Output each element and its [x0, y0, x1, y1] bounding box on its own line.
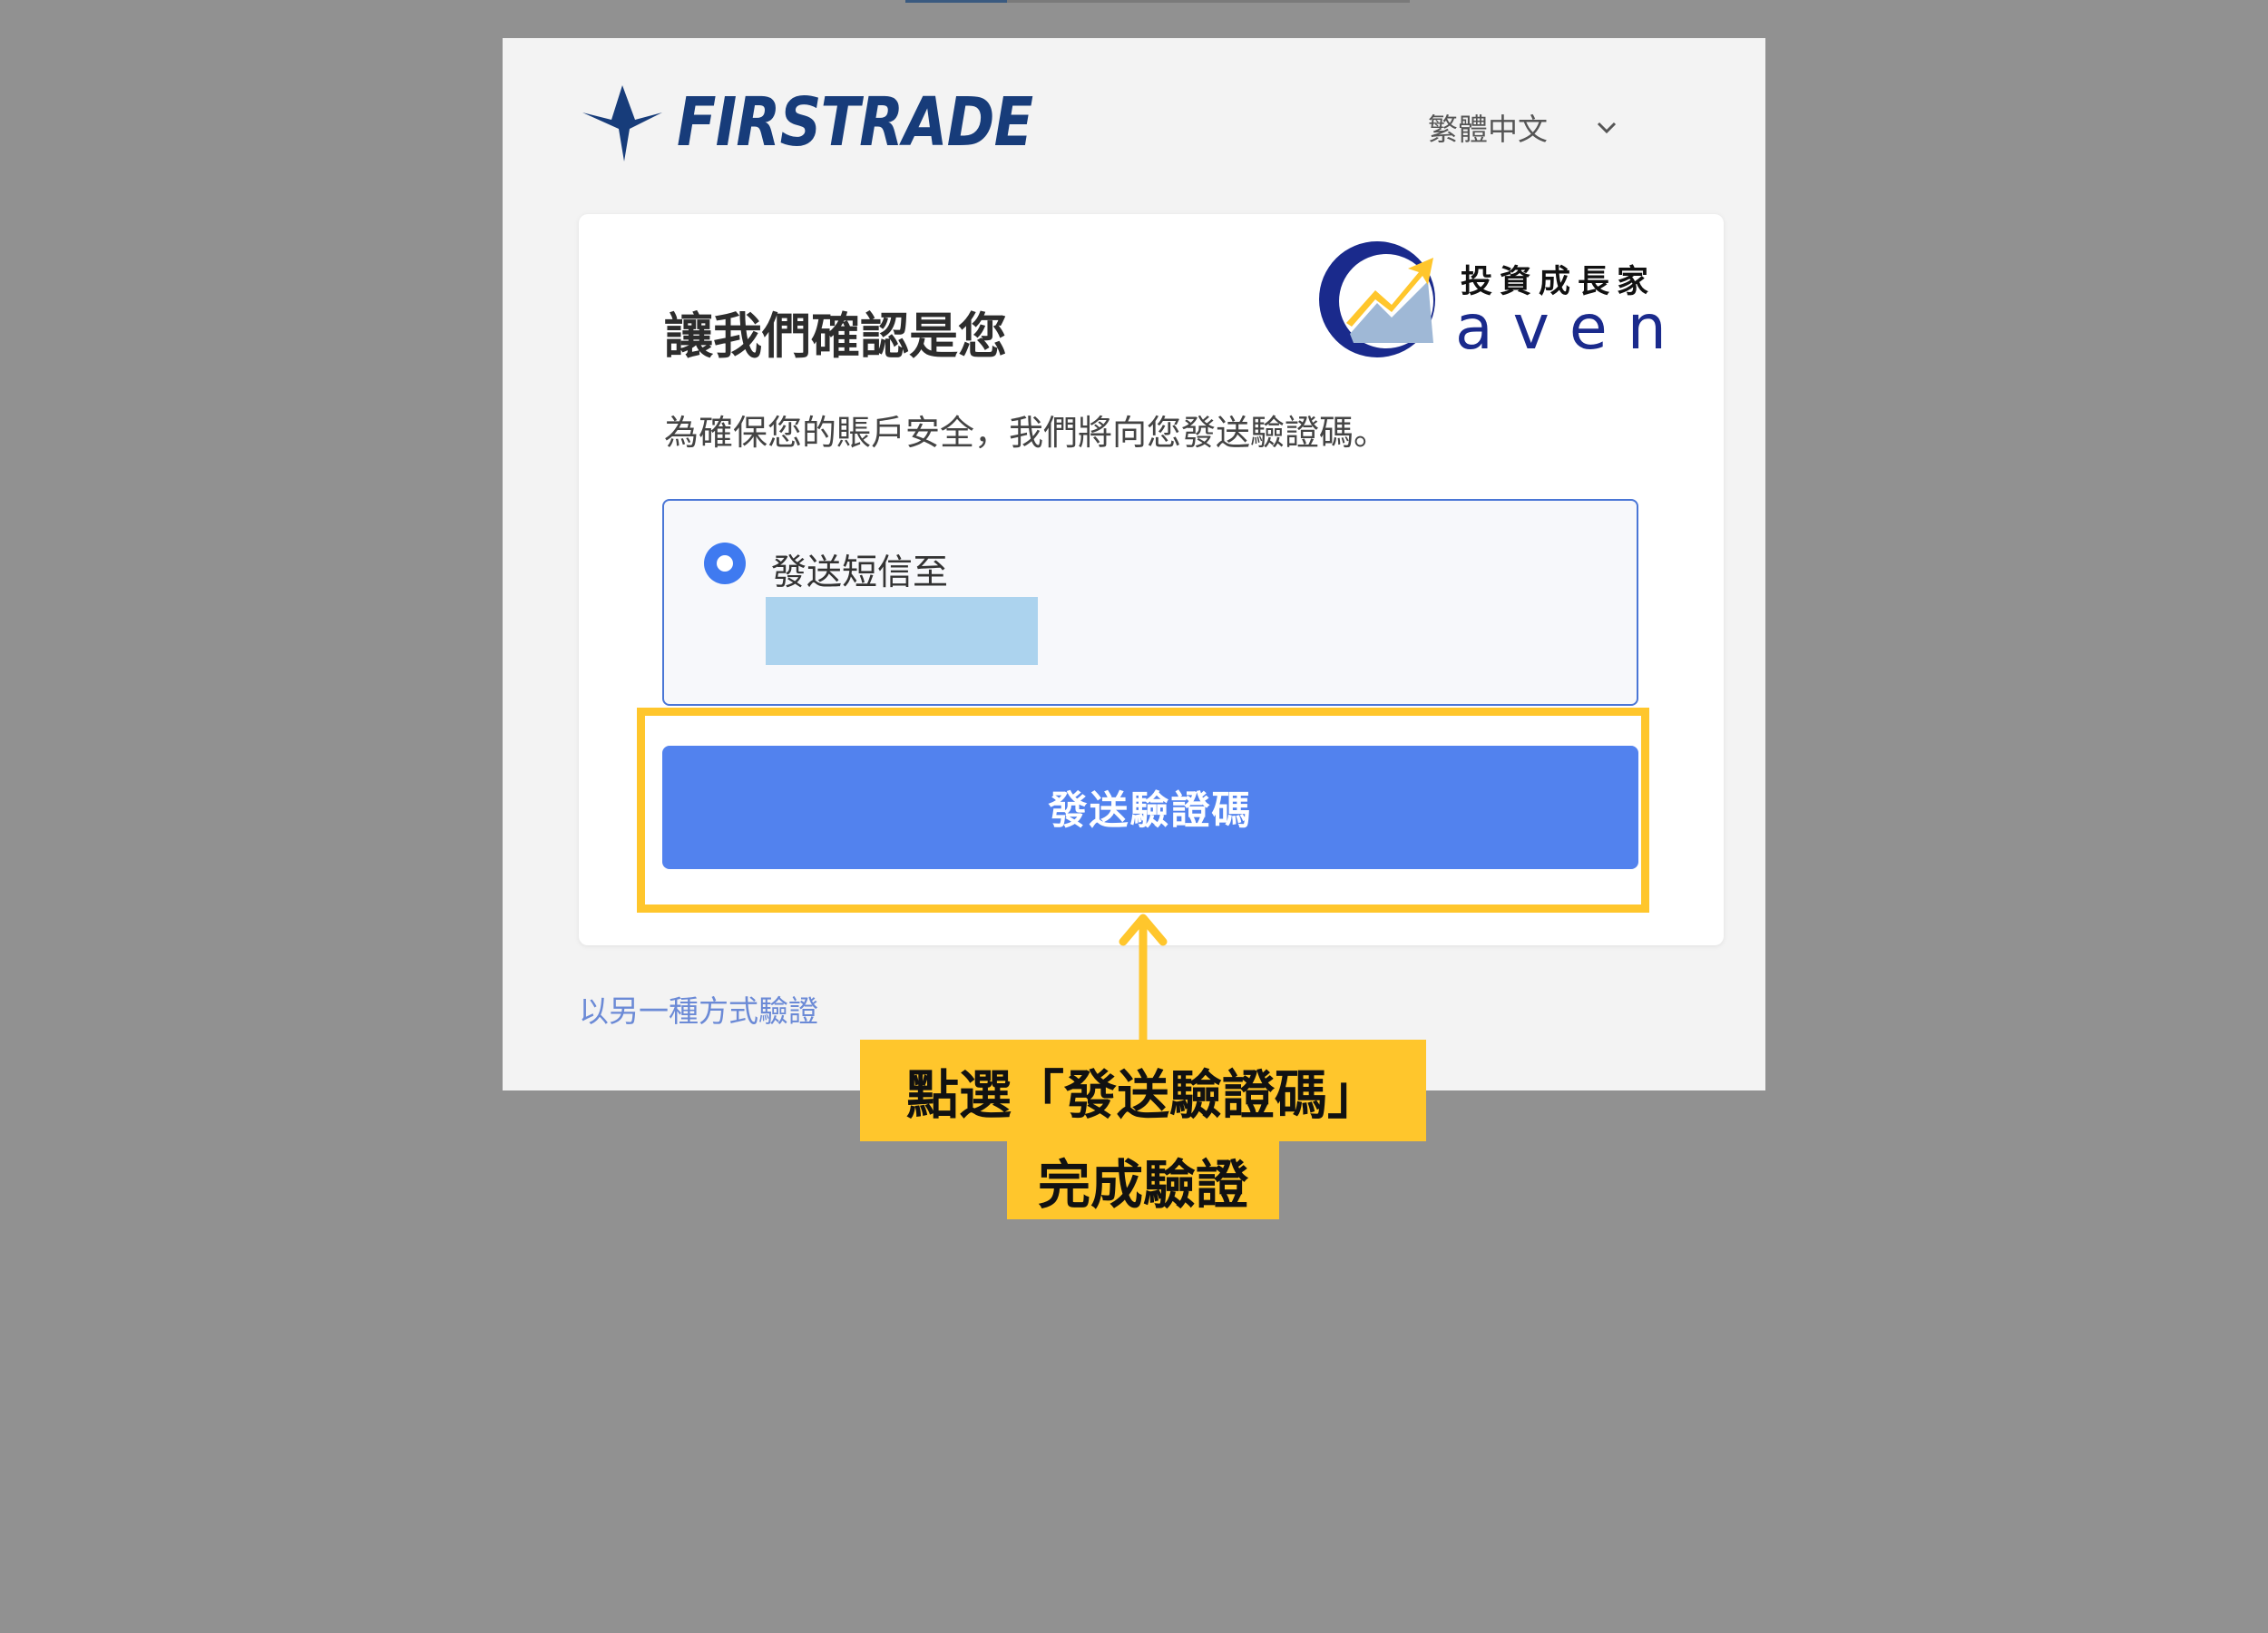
- verification-description: 為確保您的賬戶安全，我們將向您發送驗證碼。: [664, 413, 1389, 453]
- firstrade-logo[interactable]: FIRSTRADE: [579, 82, 1090, 163]
- sms-option[interactable]: 發送短信至: [662, 499, 1638, 706]
- active-tab-indicator: [905, 0, 1007, 3]
- sms-radio[interactable]: [704, 543, 746, 584]
- sms-option-label: 發送短信至: [771, 552, 949, 593]
- watermark-en-text: aven: [1455, 292, 1686, 364]
- language-select[interactable]: 繁體中文: [1428, 105, 1620, 149]
- firstrade-arrow-icon: [582, 85, 662, 161]
- language-selected-label: 繁體中文: [1428, 112, 1548, 147]
- alternative-verification-link[interactable]: 以另一種方式驗證: [579, 987, 818, 1031]
- aven-logo-icon: [1319, 241, 1435, 357]
- annotation-line-2: 完成驗證: [1007, 1141, 1279, 1219]
- arrow-up-icon: [1119, 914, 1168, 1043]
- page-title: 讓我們確認是您: [664, 308, 1007, 365]
- chevron-down-icon: [1597, 122, 1617, 134]
- phone-number-redacted: [766, 597, 1038, 665]
- logo-text: FIRSTRADE: [677, 83, 1033, 161]
- browser-tab-strip: [905, 0, 1410, 3]
- aven-watermark: 投資成長家 aven: [1314, 236, 1713, 364]
- annotation-line-1: 點選「發送驗證碼」: [860, 1040, 1426, 1141]
- highlight-box: [637, 708, 1649, 913]
